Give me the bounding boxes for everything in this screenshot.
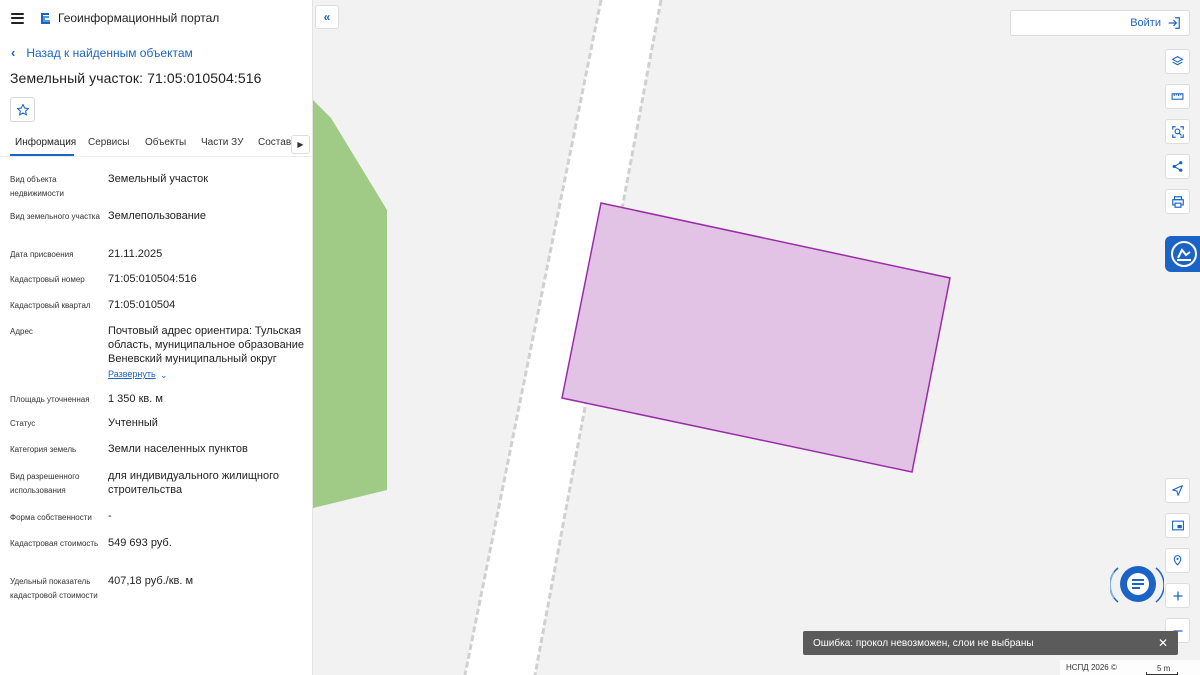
collapse-panel-button[interactable]: «	[315, 5, 339, 29]
portal-title: Геоинформационный портал	[58, 11, 220, 25]
error-toast: Ошибка: прокол невозможен, слои не выбра…	[803, 631, 1178, 655]
chevron-left-icon: ‹	[11, 45, 16, 60]
property-value: Земельный участок	[108, 173, 209, 185]
property-value: 21.11.2025	[108, 248, 163, 260]
back-link-label: Назад к найденным объектам	[26, 45, 193, 60]
property-label: Удельный показатель кадастровой стоимост…	[10, 577, 98, 600]
property-value: 407,18 руб./кв. м	[108, 575, 194, 587]
info-panel: Геоинформационный портал ‹ Назад к найде…	[0, 0, 313, 675]
select-area-button[interactable]	[1165, 119, 1190, 144]
share-icon	[1172, 161, 1183, 172]
share-button[interactable]	[1165, 154, 1190, 179]
property-value: Почтовый адрес ориентира: Тульская облас…	[108, 325, 305, 365]
tab-services[interactable]: Сервисы	[88, 137, 129, 148]
measure-button[interactable]	[1165, 84, 1190, 109]
tabs-scroll-right-button[interactable]: ▶	[291, 135, 310, 154]
property-label: Кадастровая стоимость	[10, 539, 99, 548]
layers-button[interactable]	[1165, 49, 1190, 74]
property-label: Категория земель	[10, 445, 77, 454]
geolocation-icon	[1173, 555, 1182, 566]
active-tab-indicator	[10, 154, 74, 156]
property-value: 549 693 руб.	[108, 537, 172, 549]
tab-parts[interactable]: Части ЗУ	[201, 137, 243, 148]
geolocation-button[interactable]	[1165, 548, 1190, 573]
ruler-icon	[1171, 93, 1184, 100]
star-icon	[16, 103, 29, 115]
attribution: НСПД 2026 ©	[1060, 660, 1200, 675]
select-area-icon	[1171, 125, 1184, 138]
property-value: -	[108, 510, 112, 522]
print-button[interactable]	[1165, 189, 1190, 214]
print-icon	[1171, 195, 1184, 208]
tab-composition[interactable]: Состав	[258, 137, 291, 148]
tab-info[interactable]: Информация	[15, 137, 76, 148]
property-label: Вид земельного участка	[10, 212, 100, 221]
locate-button[interactable]	[1165, 478, 1190, 503]
property-label: Вид объекта недвижимости	[10, 175, 64, 198]
property-label: Статус	[10, 419, 36, 428]
property-value: для индивидуального жилищного строительс…	[108, 470, 280, 496]
property-value: 71:05:010504:516	[108, 273, 197, 285]
property-label: Вид разрешенного использования	[10, 472, 80, 495]
cadastral-parcel	[561, 202, 951, 473]
property-label: Форма собственности	[10, 513, 92, 522]
property-label: Дата присвоения	[10, 250, 74, 259]
zoom-in-button[interactable]	[1165, 583, 1190, 608]
property-value: Землепользование	[108, 210, 207, 222]
map-canvas[interactable]	[313, 0, 1200, 675]
locate-icon	[1172, 485, 1183, 496]
chat-icon	[1109, 566, 1165, 603]
page-title: Земельный участок: 71:05:010504:516	[10, 70, 262, 86]
zoom-in-icon	[1173, 591, 1182, 600]
property-value: Земли населенных пунктов	[108, 443, 248, 455]
layers-icon	[1171, 56, 1184, 66]
property-label: Площадь уточненная	[10, 395, 90, 404]
panel-header: Геоинформационный портал	[0, 0, 312, 36]
portal-logo-icon	[41, 13, 50, 24]
login-icon	[1168, 17, 1180, 29]
assistant-button[interactable]	[1165, 236, 1200, 272]
tab-objects[interactable]: Объекты	[145, 137, 186, 148]
expand-link[interactable]: Развернуть	[108, 369, 156, 379]
minimap-button[interactable]	[1165, 513, 1190, 538]
close-icon[interactable]: ✕	[1158, 636, 1168, 650]
property-label: Адрес	[10, 327, 33, 336]
login-button[interactable]: Войти	[1010, 10, 1190, 36]
minimap-icon	[1171, 520, 1184, 531]
attribution-text: НСПД 2026 ©	[1066, 663, 1117, 672]
login-label: Войти	[1130, 17, 1161, 29]
chevron-down-icon[interactable]: ⌄	[160, 370, 168, 381]
double-chevron-left-icon: «	[323, 10, 331, 24]
property-label: Кадастровый номер	[10, 275, 85, 284]
favorite-button[interactable]	[10, 97, 35, 122]
property-value: 71:05:010504	[108, 299, 176, 311]
hamburger-icon[interactable]	[11, 12, 24, 24]
property-value: 1 350 кв. м	[108, 393, 163, 405]
error-toast-text: Ошибка: прокол невозможен, слои не выбра…	[813, 637, 1034, 649]
vegetation-area	[313, 100, 387, 508]
assistant-icon	[1171, 241, 1197, 267]
back-link[interactable]: ‹ Назад к найденным объектам	[11, 45, 193, 60]
property-label: Кадастровый квартал	[10, 301, 91, 310]
property-value: Учтенный	[108, 417, 158, 429]
map-layer	[313, 0, 951, 675]
chat-button[interactable]	[1109, 562, 1165, 608]
